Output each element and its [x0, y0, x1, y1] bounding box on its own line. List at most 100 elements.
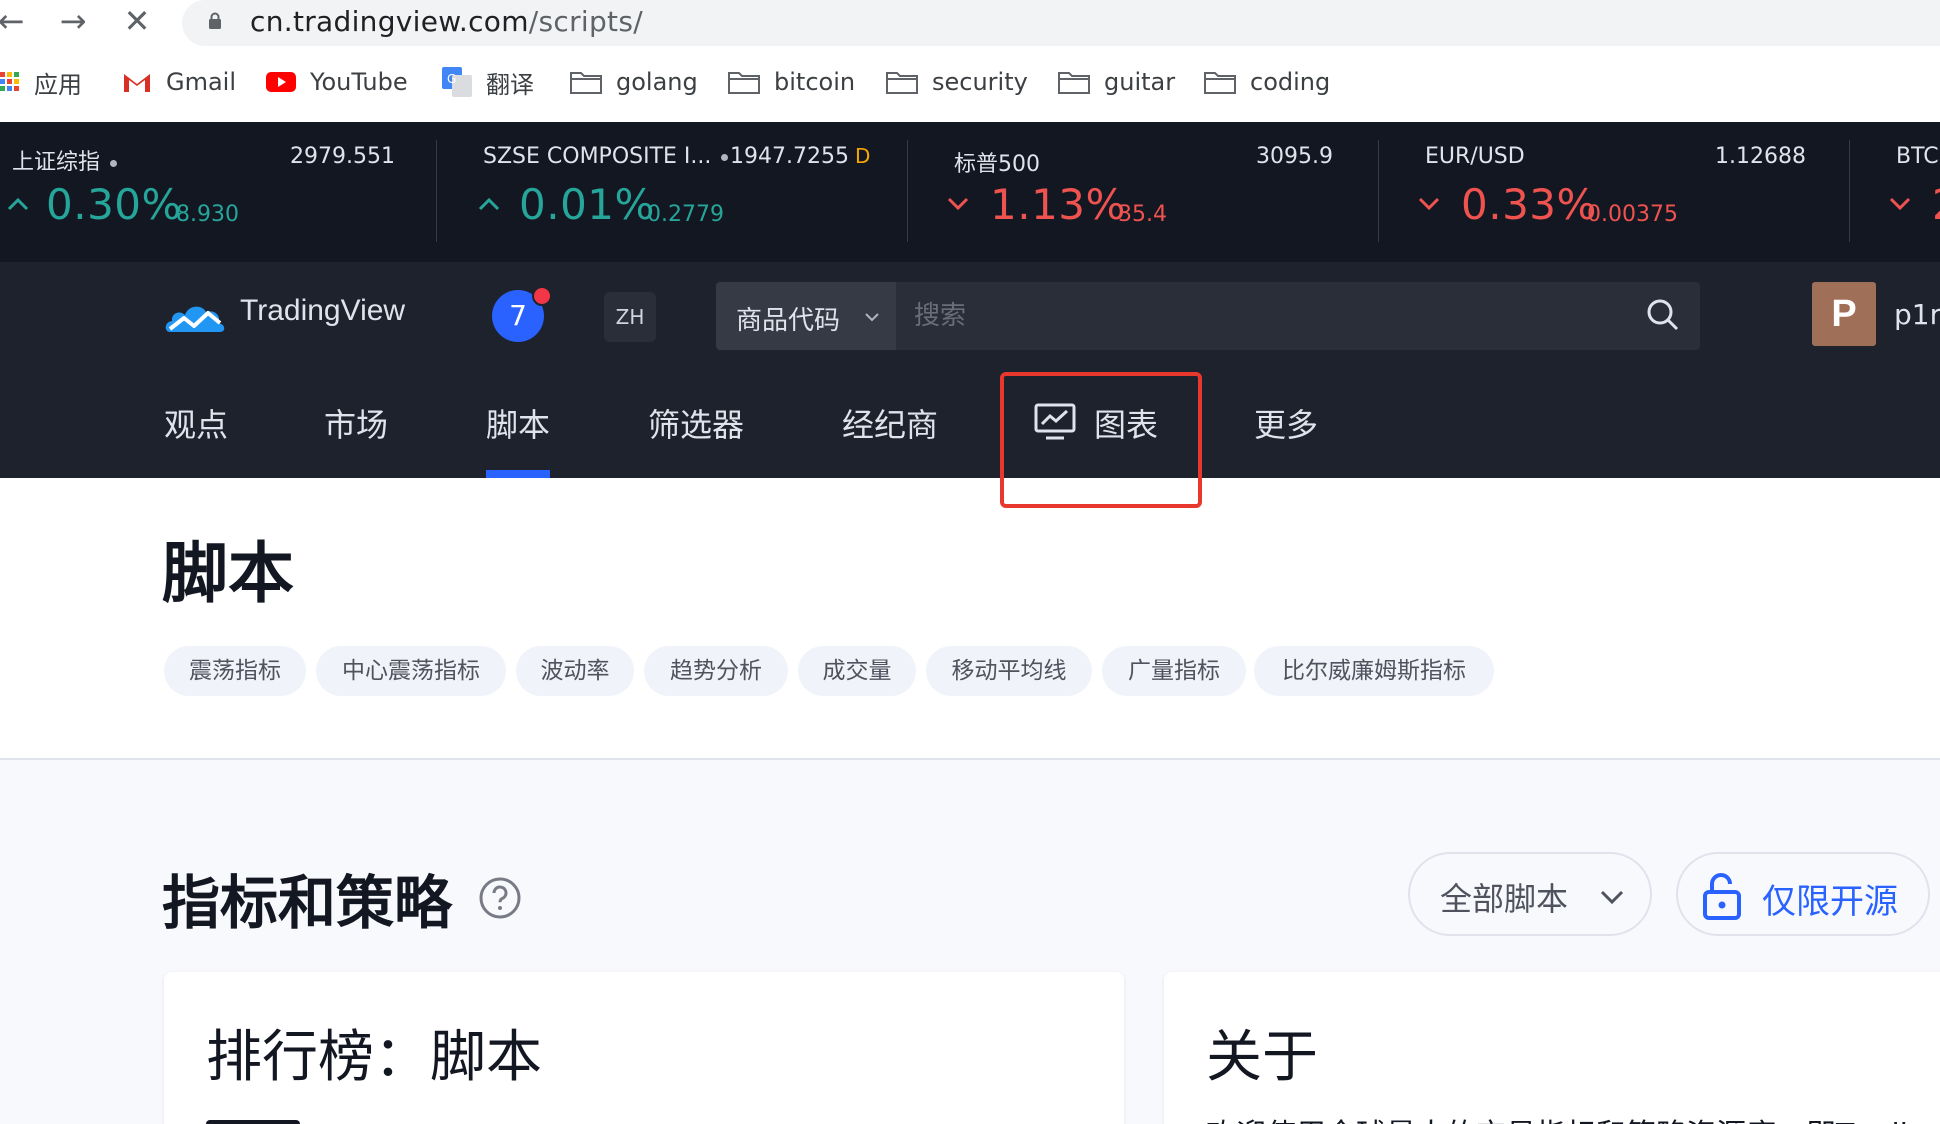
ticker-price: 1947.7255 D [730, 144, 871, 169]
tag-chip[interactable]: 波动率 [516, 646, 634, 696]
ticker-change-percent: 1.13% [990, 180, 1126, 229]
open-source-only-button[interactable]: 仅限开源 [1676, 852, 1930, 936]
arrow-down-icon [1889, 197, 1911, 211]
help-icon[interactable] [478, 876, 522, 920]
ticker-symbol: BTC [1896, 144, 1939, 169]
apps-grid-icon [0, 72, 19, 91]
google-translate-icon: G [442, 67, 472, 97]
ticker-price: 2979.551 [290, 144, 395, 169]
about-card: 关于 欢迎使用全球最大的交易指标和策略资源库，即TradingV [1164, 972, 1940, 1124]
ticker-item[interactable]: BTC 2 [1850, 122, 1940, 262]
avatar[interactable]: P [1812, 282, 1876, 346]
ticker-change-percent: 0.33% [1461, 180, 1597, 229]
script-filter-select[interactable]: 全部脚本 [1408, 852, 1652, 936]
bookmarks-bar: 应用 Gmail YouTube G 翻译 golang bitcoin sec… [0, 62, 1940, 106]
nav-item-more[interactable]: 更多 [1254, 400, 1318, 446]
ticker-symbol: 标普500 [954, 152, 1040, 177]
bookmark-label: security [932, 68, 1028, 96]
ticker-price: 1.12688 [1715, 144, 1806, 169]
search-box[interactable] [896, 282, 1700, 350]
bookmark-label: coding [1250, 68, 1331, 96]
tag-chip[interactable]: 比尔威廉姆斯指标 [1254, 646, 1494, 696]
bookmark-folder-coding[interactable]: coding [1204, 62, 1330, 102]
ticker-item[interactable]: EUR/USD 1.12688 0.33% 0.00375 [1379, 122, 1849, 262]
nav-item-brokers[interactable]: 经纪商 [842, 400, 938, 446]
tradingview-logo-icon[interactable] [162, 296, 230, 338]
ticker-item[interactable]: 上证综指 2979.551 0.30% 8.930 [0, 122, 436, 262]
site-header: TradingView 7 ZH 商品代码 P p1r [0, 262, 1940, 370]
ticker-tape: 上证综指 2979.551 0.30% 8.930 SZSE COMPOSITE… [0, 122, 1940, 262]
ticker-item[interactable]: SZSE COMPOSITE I... 1947.7255 D 0.01% 0.2… [437, 122, 907, 262]
bookmark-label: bitcoin [774, 68, 856, 96]
forward-icon[interactable]: → [56, 4, 90, 38]
bookmark-folder-security[interactable]: security [886, 62, 1028, 102]
nav-item-screeners[interactable]: 筛选器 [648, 400, 744, 446]
bookmark-label: golang [616, 68, 698, 96]
search-icon[interactable] [1646, 298, 1680, 332]
bookmark-label: Gmail [166, 68, 237, 96]
notification-dot [532, 286, 552, 306]
ticker-change-abs: 35.4 [1118, 202, 1167, 227]
ticker-change-percent: 0.30% [46, 180, 182, 229]
ticker-change-percent: 0.01% [519, 180, 655, 229]
tag-chip[interactable]: 震荡指标 [164, 646, 306, 696]
bookmark-apps[interactable]: 应用 [0, 62, 82, 102]
market-status-dot [721, 153, 729, 161]
ticker-item[interactable]: 标普500 3095.9 1.13% 35.4 [908, 122, 1378, 262]
bookmark-label: YouTube [310, 68, 408, 96]
highlight-annotation [1000, 372, 1202, 508]
ticker-change-abs: 0.00375 [1587, 202, 1678, 227]
ticker-symbol: 上证综指 [12, 144, 118, 176]
gmail-icon [124, 74, 150, 92]
search-type-label: 商品代码 [736, 306, 841, 336]
stop-loading-icon[interactable]: ✕ [120, 4, 154, 38]
url-host: cn.tradingview.com [250, 5, 529, 38]
brand-name[interactable]: TradingView [240, 294, 405, 328]
nav-item-ideas[interactable]: 观点 [164, 400, 228, 446]
search-input[interactable] [914, 296, 1614, 336]
url-text: cn.tradingview.com/scripts/ [250, 4, 643, 40]
back-icon[interactable]: ← [0, 4, 28, 38]
nav-item-scripts[interactable]: 脚本 [486, 400, 550, 446]
unlock-icon [1703, 873, 1741, 920]
svg-text:G: G [447, 72, 456, 86]
tag-chip[interactable]: 中心震荡指标 [316, 646, 506, 696]
main-nav: 观点 市场 脚本 筛选器 经纪商 图表 更多 [0, 370, 1940, 478]
about-text: 欢迎使用全球最大的交易指标和策略资源库，即TradingV [1206, 1110, 1940, 1124]
tag-chip[interactable]: 趋势分析 [644, 646, 788, 696]
bookmark-label: 翻译 [486, 70, 534, 99]
arrow-down-icon [947, 197, 969, 211]
username[interactable]: p1r [1894, 298, 1940, 331]
search-type-select[interactable]: 商品代码 [716, 282, 896, 350]
ticker-symbol: EUR/USD [1425, 144, 1525, 169]
nav-item-markets[interactable]: 市场 [324, 400, 388, 446]
youtube-icon [266, 72, 296, 92]
card-title: 关于 [1206, 1025, 1318, 1090]
bookmark-gmail[interactable]: Gmail [122, 62, 236, 102]
folder-icon [886, 72, 918, 94]
tag-chip[interactable]: 成交量 [798, 646, 916, 696]
delayed-data-badge: D [854, 144, 871, 168]
ticker-change-abs: 0.2779 [647, 202, 724, 227]
bookmark-label: 应用 [34, 70, 82, 99]
arrow-up-icon [7, 197, 29, 211]
tag-chip[interactable]: 广量指标 [1102, 646, 1246, 696]
bookmark-youtube[interactable]: YouTube [266, 62, 408, 102]
bookmark-translate[interactable]: G 翻译 [442, 62, 534, 102]
bookmark-folder-bitcoin[interactable]: bitcoin [728, 62, 855, 102]
folder-icon [728, 72, 760, 94]
ticker-symbol: SZSE COMPOSITE I... [483, 144, 729, 169]
nav-active-indicator [486, 470, 550, 478]
bookmark-folder-golang[interactable]: golang [570, 62, 698, 102]
arrow-down-icon [1418, 197, 1440, 211]
arrow-up-icon [478, 197, 500, 211]
browser-toolbar: ← → ✕ cn.tradingview.com/scripts/ [0, 0, 1940, 46]
card-tab-indicator[interactable] [206, 1120, 300, 1124]
market-status-dot [110, 159, 118, 167]
filter-label: 全部脚本 [1440, 880, 1569, 918]
bookmark-folder-guitar[interactable]: guitar [1058, 62, 1175, 102]
address-bar[interactable]: cn.tradingview.com/scripts/ [182, 0, 1940, 46]
language-button[interactable]: ZH [604, 292, 656, 342]
tag-chip[interactable]: 移动平均线 [926, 646, 1092, 696]
folder-icon [1058, 72, 1090, 94]
